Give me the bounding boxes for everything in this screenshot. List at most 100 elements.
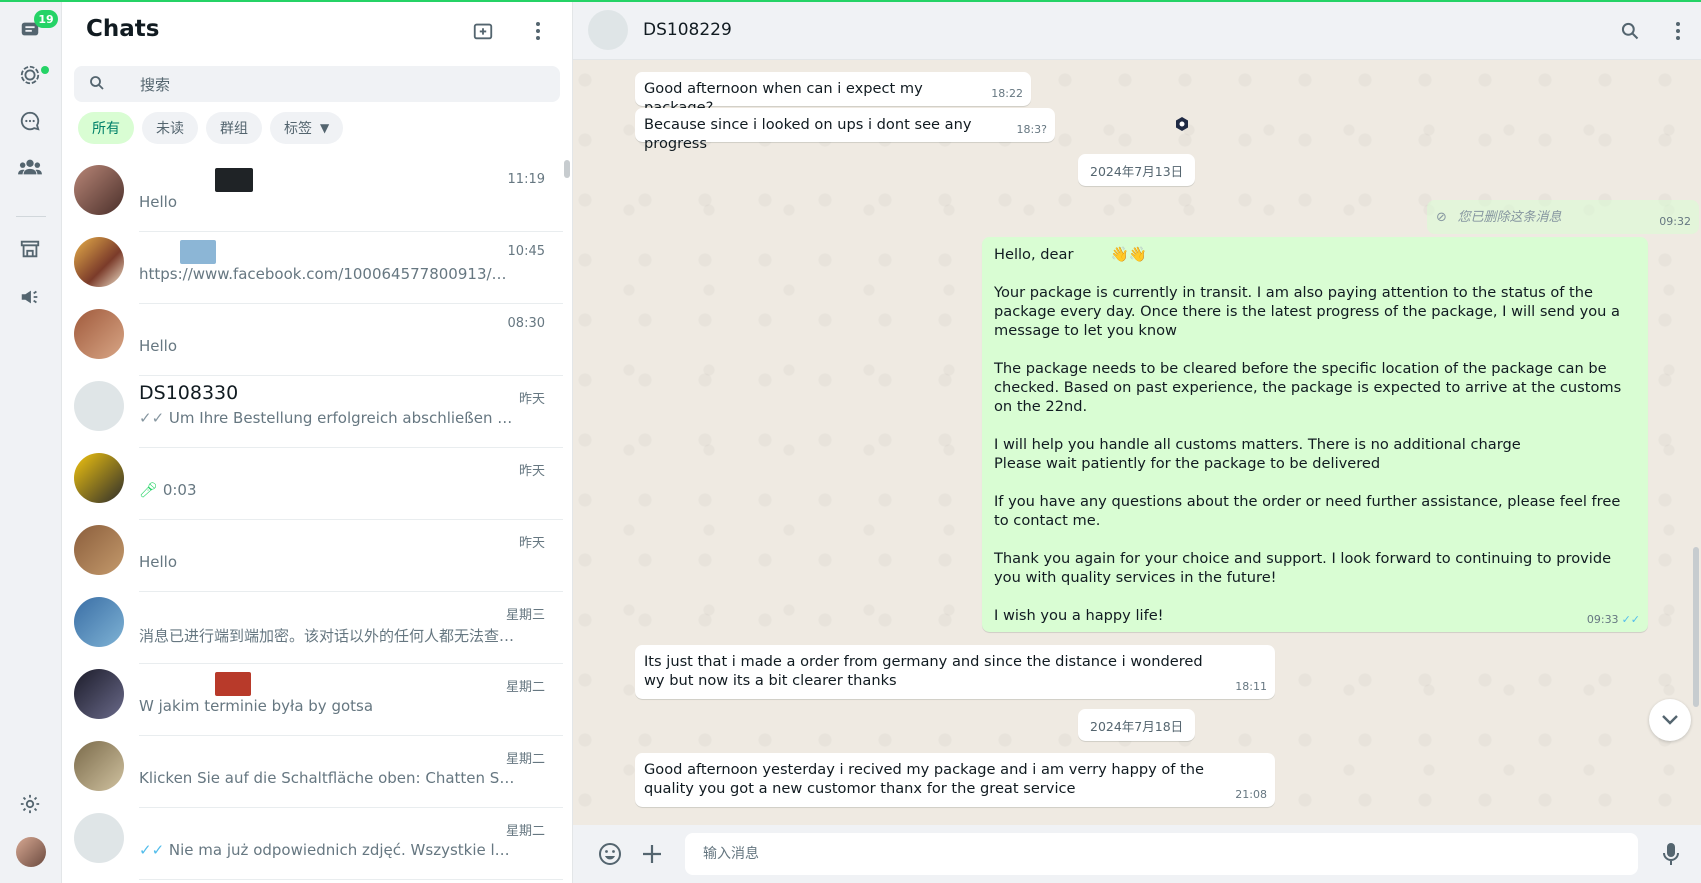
deleted-text: 您已删除这条消息 [1457, 210, 1562, 225]
message-input[interactable] [685, 833, 1638, 875]
avatar [74, 741, 124, 791]
avatar [74, 525, 124, 575]
incoming-message[interactable]: Its just that i made a order from german… [635, 645, 1275, 699]
chat-row[interactable]: 昨天 🎤︎ 0:03 [62, 448, 572, 520]
contact-avatar[interactable] [588, 10, 628, 50]
filter-unread[interactable]: 未读 [142, 112, 198, 144]
message-paragraph: Hello, dear 👋👋 [994, 246, 1147, 263]
filter-groups[interactable]: 群组 [206, 112, 262, 144]
deleted-icon: ⊘ [1436, 210, 1447, 225]
redacted-name [180, 240, 216, 264]
chat-time: 星期三 [505, 608, 545, 623]
conversation-scrollbar[interactable] [1693, 547, 1699, 707]
search-box[interactable]: 搜索 [74, 66, 560, 102]
translate-icon[interactable] [1174, 116, 1190, 132]
date-divider: 2024年7月18日 [1078, 709, 1196, 741]
filter-labels-text: 标签 [284, 121, 312, 137]
chat-row[interactable]: 08:30 Hello [62, 304, 572, 376]
menu-icon[interactable] [523, 16, 553, 46]
communities-icon[interactable] [15, 152, 45, 182]
chat-row[interactable]: 10:45 https://www.facebook.com/100064577… [62, 232, 572, 304]
profile-avatar[interactable] [16, 837, 46, 867]
business-tools-icon[interactable] [15, 234, 45, 264]
chat-preview: https://www.facebook.com/100064577800913… [139, 265, 515, 283]
navigation-rail: 19 [0, 2, 62, 883]
outgoing-message[interactable]: Hello, dear 👋👋 Your package is currently… [982, 237, 1648, 632]
attach-plus-icon[interactable] [637, 839, 667, 869]
search-placeholder: 搜索 [140, 76, 171, 94]
broadcast-icon[interactable] [15, 282, 45, 312]
chat-row[interactable]: 星期三 消息已进行端到端加密。该对话以外的任何人都无法查看... [62, 592, 572, 664]
chat-list-title: Chats [86, 16, 160, 42]
message-time: 21:08 [1235, 788, 1267, 801]
chat-list-scrollbar[interactable] [564, 160, 570, 178]
unread-badge: 19 [34, 10, 58, 28]
chat-time: 11:19 [507, 172, 545, 187]
incoming-message[interactable]: Good afternoon when can i expect my pack… [635, 72, 1031, 116]
redacted-name [215, 672, 251, 696]
double-check-icon: ✓✓ [139, 409, 165, 427]
contact-name[interactable]: DS108229 [643, 20, 732, 40]
status-icon[interactable] [15, 60, 45, 90]
chat-preview: ✓✓ Um Ihre Bestellung erfolgreich abschl… [139, 409, 515, 427]
chat-row[interactable]: 星期二 Klicken Sie auf die Schaltfläche obe… [62, 736, 572, 808]
conversation-menu-icon[interactable] [1663, 16, 1693, 46]
date-divider: 2024年7月13日 [1078, 154, 1196, 186]
composer [573, 825, 1701, 883]
chat-preview: ✓✓ Nie ma już odpowiednich zdjęć. Wszyst… [139, 841, 515, 859]
chat-list-panel: Chats 搜索 所有 未读 群组 标签 ▼ 11:19 Hello 10:45 … [62, 2, 573, 883]
microphone-icon: 🎤︎ [139, 481, 159, 499]
avatar [74, 597, 124, 647]
chat-time: 08:30 [507, 316, 545, 331]
chat-row[interactable]: 星期二 W jakim terminie była by gotsa [62, 664, 572, 736]
avatar [74, 309, 124, 359]
read-receipt-icon: ✓✓ [1621, 613, 1640, 626]
chat-row[interactable]: 11:19 Hello [62, 160, 572, 232]
chat-time: 昨天 [518, 536, 545, 551]
message-time: 09:32 [1659, 215, 1691, 228]
incoming-message[interactable]: Because since i looked on ups i dont see… [635, 108, 1055, 152]
message-paragraph: Thank you again for your choice and supp… [994, 550, 1616, 586]
message-text: Its just that i made a order from german… [644, 653, 1203, 689]
message-meta: 09:33 ✓✓ [1587, 610, 1640, 629]
message-paragraph: Your package is currently in transit. I … [994, 284, 1625, 339]
message-paragraph: If you have any questions about the orde… [994, 493, 1625, 529]
chat-preview: 消息已进行端到端加密。该对话以外的任何人都无法查看... [139, 627, 515, 645]
chat-row[interactable]: DS108330 昨天 ✓✓ Um Ihre Bestellung erfolg… [62, 376, 572, 448]
chat-time: 星期二 [505, 680, 545, 695]
message-time: 18:22 [991, 87, 1023, 100]
chat-preview: W jakim terminie była by gotsa [139, 697, 374, 715]
microphone-icon[interactable] [1656, 839, 1686, 869]
rail-separator [16, 216, 46, 217]
chevron-down-icon: ▼ [320, 121, 330, 135]
chat-preview: 🎤︎ 0:03 [139, 481, 515, 499]
scroll-to-bottom-button[interactable] [1649, 699, 1691, 741]
chat-row[interactable]: 昨天 Hello [62, 520, 572, 592]
chat-preview: Hello [139, 553, 178, 571]
emoji-icon[interactable] [595, 839, 625, 869]
chat-preview: Klicken Sie auf die Schaltfläche oben: C… [139, 769, 515, 787]
deleted-message[interactable]: ⊘ 您已删除这条消息 09:32 [1427, 200, 1699, 234]
chat-time: 昨天 [518, 464, 545, 479]
chat-row[interactable]: 星期二 ✓✓ Nie ma już odpowiednich zdjęć. Ws… [62, 808, 572, 880]
incoming-message[interactable]: Good afternoon yesterday i recived my pa… [635, 753, 1275, 807]
new-chat-icon[interactable] [468, 16, 498, 46]
chat-time: 星期二 [505, 824, 545, 839]
channels-icon[interactable] [15, 106, 45, 136]
chat-preview-text: 0:03 [162, 481, 197, 499]
settings-icon[interactable] [15, 789, 45, 819]
chat-name: DS108330 [139, 382, 239, 404]
avatar [74, 453, 124, 503]
message-text: Good afternoon yesterday i recived my pa… [644, 761, 1205, 797]
message-paragraph: I wish you a happy life! [994, 607, 1164, 624]
conversation-panel: DS108229 Good afternoon when can i expec… [573, 2, 1701, 883]
filter-labels[interactable]: 标签 ▼ [270, 112, 344, 144]
avatar [74, 165, 124, 215]
filter-chips: 所有 未读 群组 标签 ▼ [78, 112, 344, 144]
filter-all[interactable]: 所有 [78, 112, 134, 144]
message-paragraph: The package needs to be cleared before t… [994, 360, 1626, 415]
search-icon[interactable] [1615, 16, 1645, 46]
row-divider [139, 879, 563, 880]
conversation-header[interactable]: DS108229 [573, 2, 1701, 60]
chat-preview: Hello [139, 193, 178, 211]
